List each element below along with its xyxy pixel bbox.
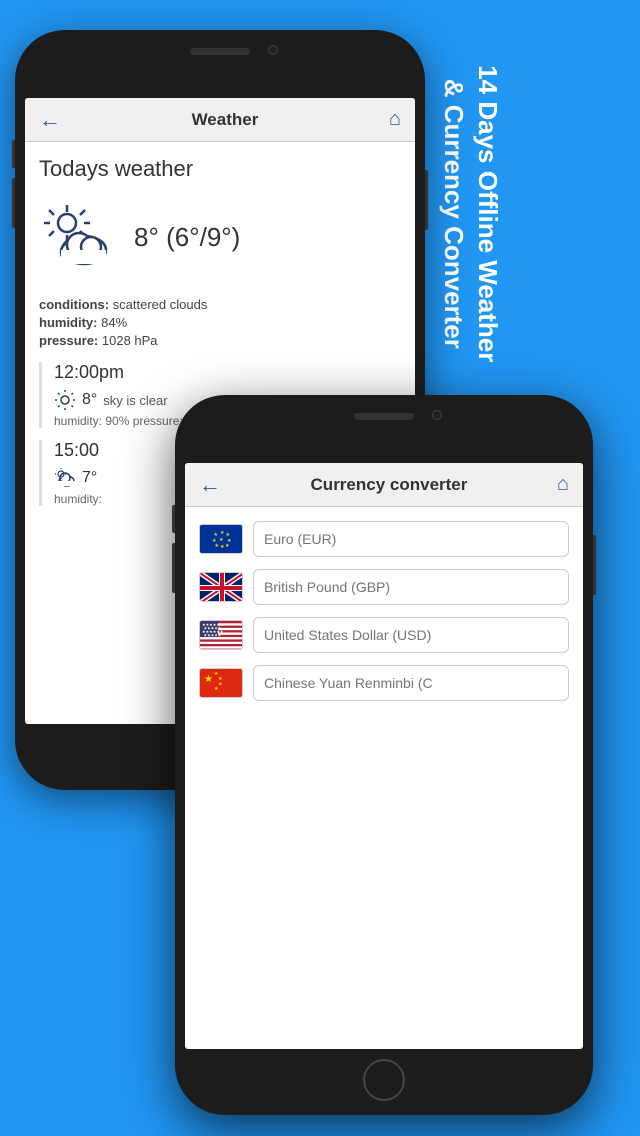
svg-text:★: ★ <box>218 682 223 688</box>
currency-row-cn: ★ ★ ★ ★ ★ <box>199 665 569 701</box>
phone-back-speaker <box>190 48 250 55</box>
weather-nav-title: Weather <box>192 110 259 130</box>
time-icon-2 <box>54 467 76 489</box>
weather-nav-back[interactable]: ← <box>39 107 61 133</box>
side-btn <box>12 178 15 228</box>
svg-text:★: ★ <box>220 530 225 536</box>
currency-input-uk[interactable] <box>253 569 569 605</box>
weather-humidity: humidity: 84% <box>39 315 401 330</box>
time-label-1: 12:00pm <box>54 362 401 383</box>
flag-cn: ★ ★ ★ ★ ★ <box>199 668 243 698</box>
currency-content: ★ ★ ★ ★ ★ ★ ★ ★ ★ <box>185 507 583 727</box>
side-btn-right <box>425 170 428 230</box>
svg-text:★★★★★: ★★★★★ <box>204 633 222 638</box>
flag-us: ★★★★★★ ★★★★★ ★★★★★★ ★★★★★ <box>199 620 243 650</box>
side-btn <box>12 140 15 168</box>
svg-text:★: ★ <box>212 538 217 544</box>
front-side-btn2 <box>172 543 175 593</box>
front-side-btn-right <box>593 535 596 595</box>
time-temp-2: 7° <box>82 469 97 487</box>
flag-eu: ★ ★ ★ ★ ★ ★ ★ ★ ★ <box>199 524 243 554</box>
currency-nav-home[interactable]: ⌂ <box>557 473 569 496</box>
side-text-line1: 14 Days Offline Weather <box>473 65 503 362</box>
svg-text:★: ★ <box>214 686 219 692</box>
currency-nav-back[interactable]: ← <box>199 472 221 498</box>
phone-front-speaker <box>354 413 414 420</box>
svg-text:★: ★ <box>225 543 230 549</box>
phone-front-home[interactable] <box>363 1059 405 1101</box>
phone-back-camera <box>268 45 278 55</box>
flag-uk <box>199 572 243 602</box>
weather-main: 8° (6°/9°) <box>39 200 401 275</box>
currency-row-uk <box>199 569 569 605</box>
front-side-btn <box>172 505 175 533</box>
svg-text:★: ★ <box>204 674 213 685</box>
svg-text:★: ★ <box>219 537 224 543</box>
weather-icon <box>39 200 124 275</box>
currency-nav-title: Currency converter <box>311 475 468 495</box>
weather-title: Todays weather <box>39 156 401 182</box>
weather-nav-home[interactable]: ⌂ <box>389 108 401 131</box>
svg-text:★: ★ <box>214 532 219 538</box>
weather-nav-bar: ← Weather ⌂ <box>25 98 415 142</box>
side-text-line2: & Currency Converter <box>439 79 469 349</box>
time-icon-1 <box>54 389 76 411</box>
currency-row-us: ★★★★★★ ★★★★★ ★★★★★★ ★★★★★ <box>199 617 569 653</box>
phone-front-camera <box>432 410 442 420</box>
time-desc-1: sky is clear <box>103 393 167 408</box>
currency-row-eu: ★ ★ ★ ★ ★ ★ ★ ★ ★ <box>199 521 569 557</box>
weather-temp: 8° (6°/9°) <box>134 222 240 253</box>
time-temp-1: 8° <box>82 391 97 409</box>
phone-front-screen: ← Currency converter ⌂ ★ ★ <box>185 463 583 1049</box>
weather-details: conditions: scattered clouds humidity: 8… <box>39 297 401 348</box>
weather-pressure: pressure: 1028 hPa <box>39 333 401 348</box>
weather-conditions: conditions: scattered clouds <box>39 297 401 312</box>
currency-input-cn[interactable] <box>253 665 569 701</box>
phone-front: ← Currency converter ⌂ ★ ★ <box>175 395 593 1115</box>
currency-input-eu[interactable] <box>253 521 569 557</box>
currency-nav-bar: ← Currency converter ⌂ <box>185 463 583 507</box>
svg-text:★: ★ <box>220 544 225 549</box>
currency-input-us[interactable] <box>253 617 569 653</box>
